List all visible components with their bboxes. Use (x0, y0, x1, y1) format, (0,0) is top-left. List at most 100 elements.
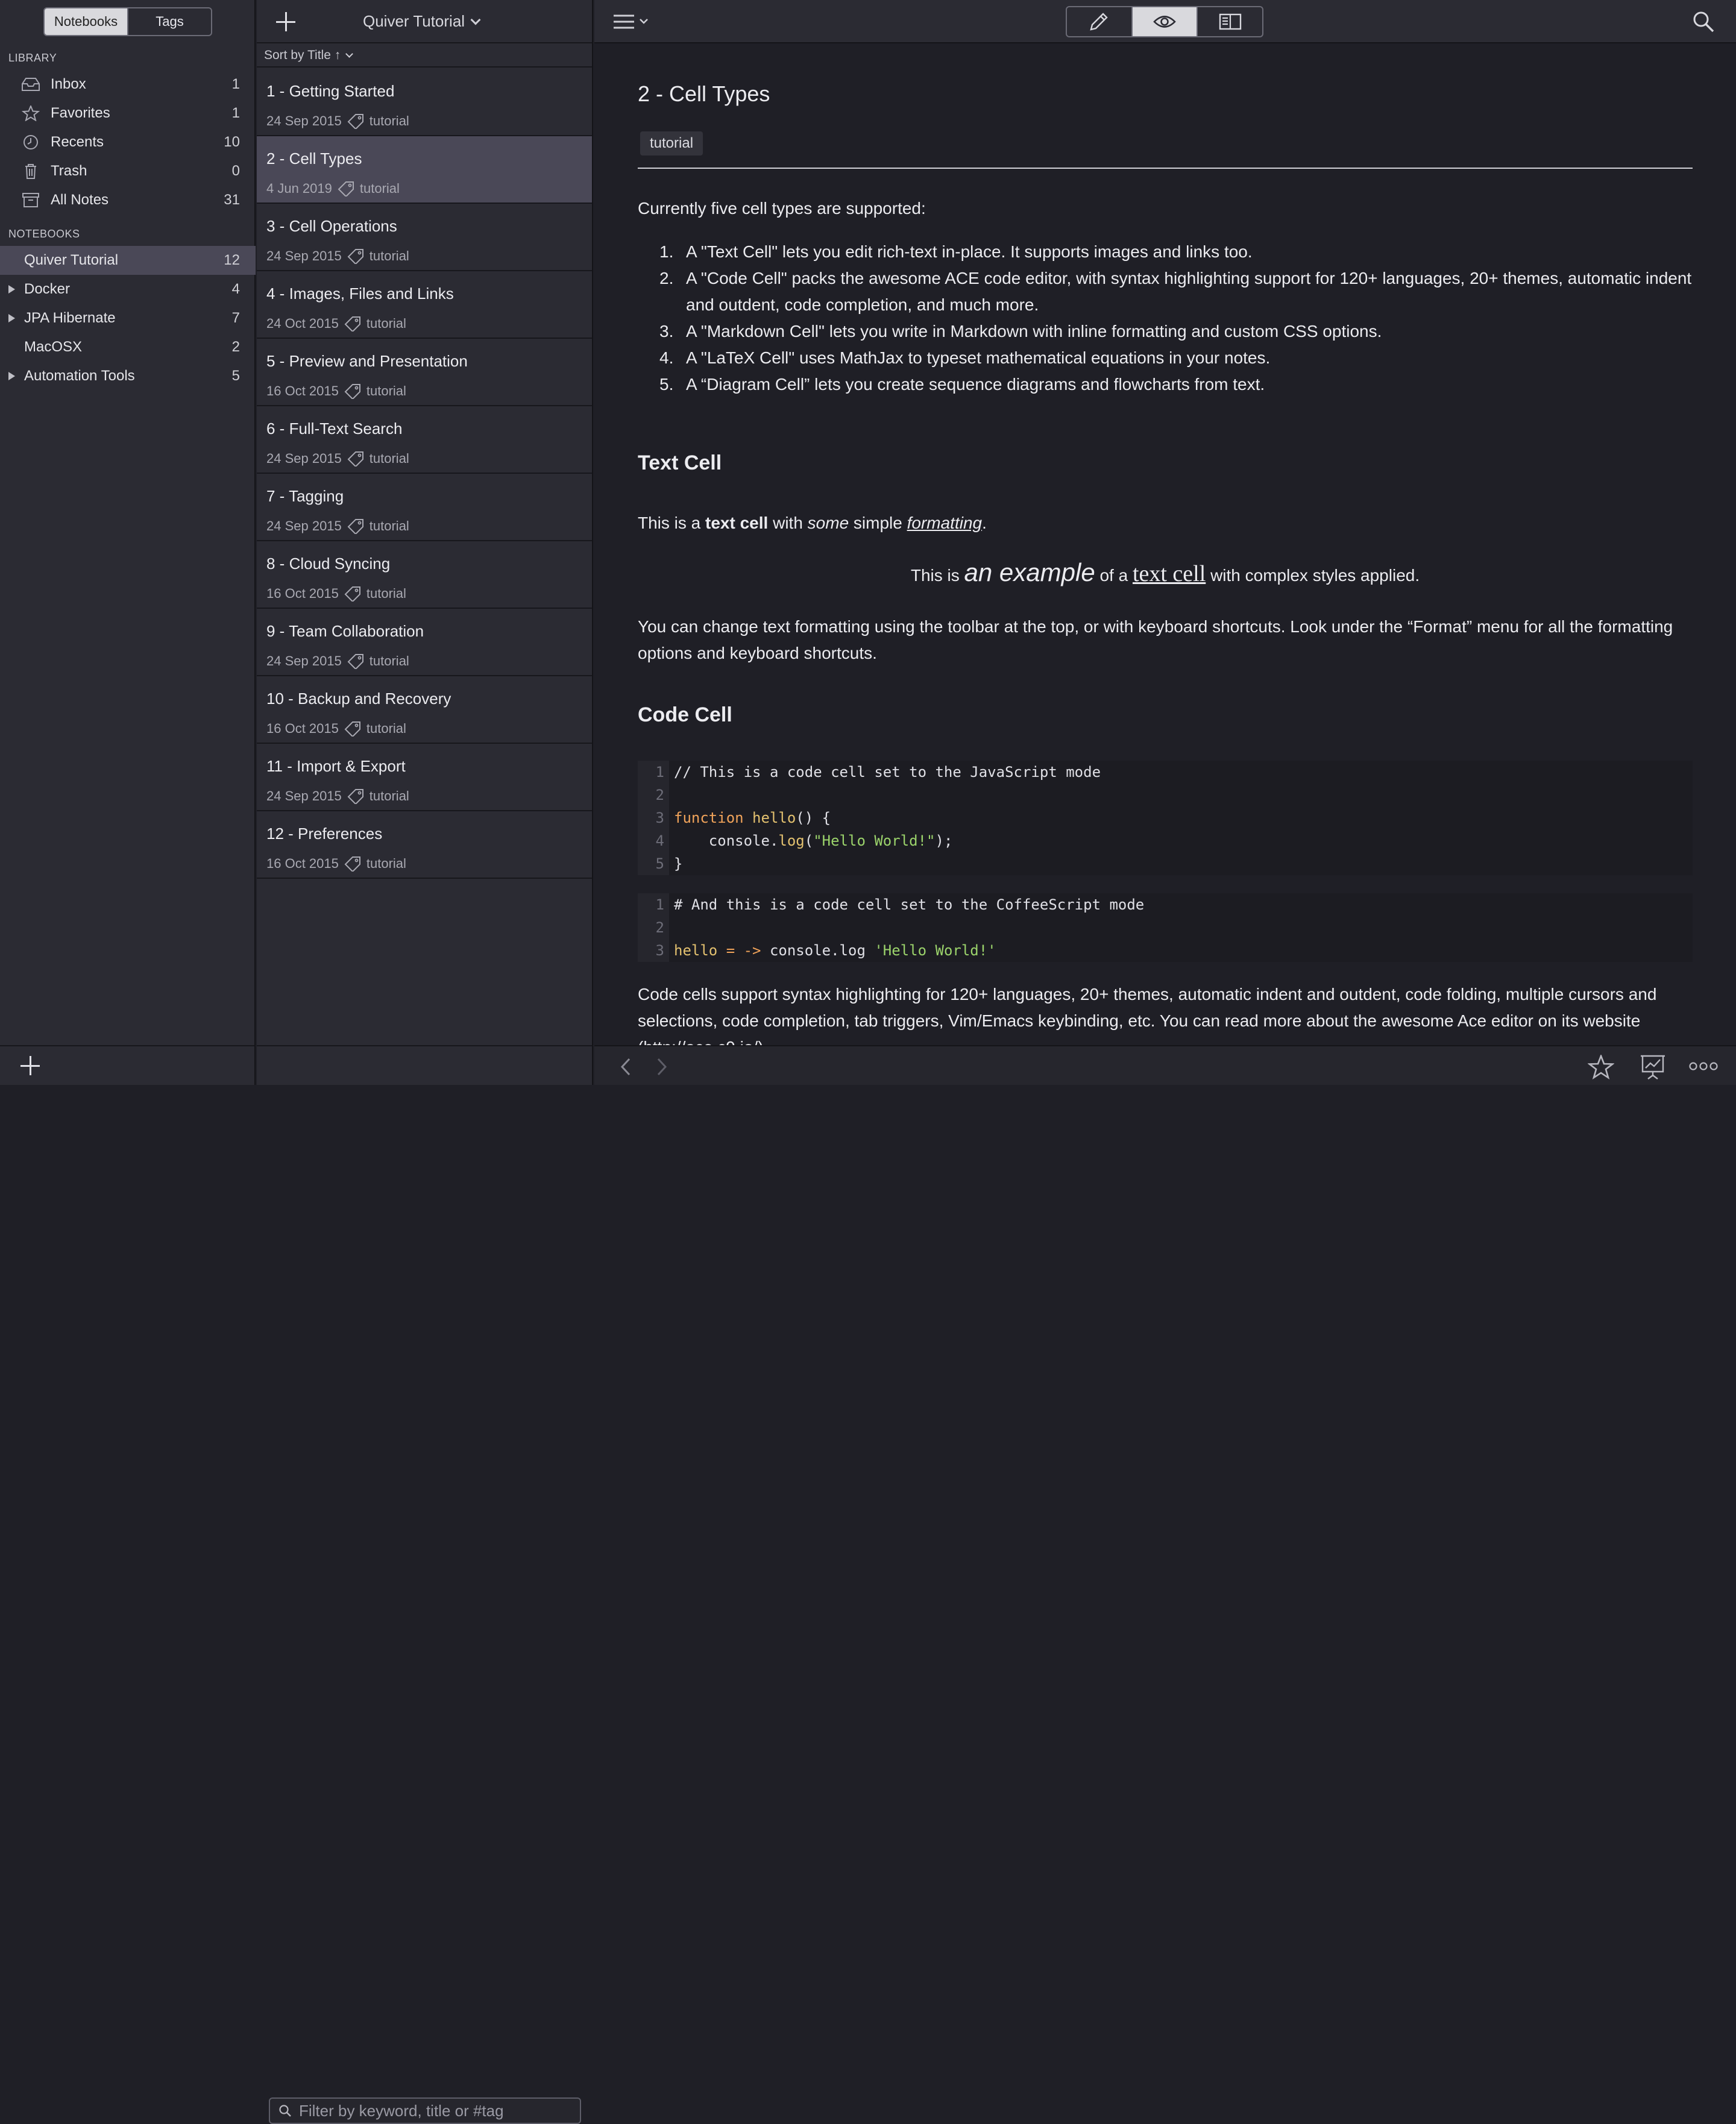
tab-notebooks[interactable]: Notebooks (45, 8, 127, 35)
note-list-item[interactable]: 2 - Cell Types 4 Jun 2019 tutorial (257, 136, 592, 204)
note-list-item[interactable]: 3 - Cell Operations 24 Sep 2015 tutorial (257, 204, 592, 271)
list-item-text: A "Text Cell" lets you edit rich-text in… (686, 242, 1253, 261)
styled-example-line: This is an example of a text cell with c… (638, 559, 1693, 589)
cell-menu-icon[interactable] (612, 13, 650, 31)
disclosure-triangle-icon[interactable] (8, 285, 15, 294)
note-date: 24 Oct 2015 (266, 316, 339, 331)
note-tag: tutorial (369, 248, 409, 263)
text-run: with complex styles applied. (1206, 566, 1420, 585)
notebook-item-macosx[interactable]: MacOSX 2 (0, 333, 256, 362)
sidebar-item-count: 31 (224, 192, 240, 208)
sort-control[interactable]: Sort by Title ↑ (257, 45, 592, 68)
edit-mode-button[interactable] (1067, 7, 1131, 36)
chevron-down-icon (470, 14, 481, 25)
filter-input[interactable]: Filter by keyword, title or #tag (269, 2097, 581, 2124)
sidebar-item-count: 10 (224, 134, 240, 150)
notebook-count: 5 (231, 368, 240, 384)
code-comment: // This is a code cell set to the JavaSc… (674, 764, 1101, 781)
disclosure-triangle-icon[interactable] (8, 314, 15, 322)
code-function-name: hello (674, 942, 718, 959)
line-number: 2 (638, 916, 669, 939)
back-arrow-icon[interactable] (618, 1057, 633, 1076)
new-note-button[interactable] (275, 11, 297, 33)
sidebar-item-trash[interactable]: Trash 0 (0, 157, 256, 186)
note-tag: tutorial (366, 383, 406, 398)
forward-arrow-icon[interactable] (655, 1057, 669, 1076)
sidebar: Notebooks Tags LIBRARY Inbox 1 Favorites… (0, 0, 256, 1085)
list-number: 4. (659, 348, 674, 367)
note-list-item[interactable]: 9 - Team Collaboration 24 Sep 2015 tutoria… (257, 609, 592, 676)
note-list-item[interactable]: 5 - Preview and Presentation 16 Oct 2015 t… (257, 339, 592, 406)
note-list-item[interactable]: 1 - Getting Started 24 Sep 2015 tutorial (257, 69, 592, 136)
notebook-item-jpa-hibernate[interactable]: JPA Hibernate 7 (0, 304, 256, 333)
note-date: 24 Sep 2015 (266, 653, 342, 668)
split-mode-button[interactable] (1197, 7, 1262, 36)
text-run: with (768, 514, 808, 532)
note-list-item[interactable]: 11 - Import & Export 24 Sep 2015 tutorial (257, 744, 592, 811)
tab-tags[interactable]: Tags (127, 8, 211, 35)
text-run: This is (910, 566, 964, 585)
note-tag-chip[interactable]: tutorial (640, 131, 703, 156)
note-meta: 24 Sep 2015 tutorial (266, 451, 409, 467)
sidebar-item-favorites[interactable]: Favorites 1 (0, 99, 256, 128)
note-tag: tutorial (369, 451, 409, 466)
code-line: 2 (638, 784, 1693, 806)
note-list-item[interactable]: 6 - Full-Text Search 24 Sep 2015 tutorial (257, 406, 592, 474)
sidebar-item-inbox[interactable]: Inbox 1 (0, 70, 256, 99)
code-line: 4 console.log("Hello World!"); (638, 829, 1693, 852)
note-meta: 16 Oct 2015 tutorial (266, 383, 406, 399)
code-comment: # And this is a code cell set to the Cof… (674, 896, 1145, 913)
sidebar-item-all-notes[interactable]: All Notes 31 (0, 186, 256, 215)
note-list-header: Quiver Tutorial (257, 0, 592, 43)
note-title[interactable]: 2 - Cell Types (638, 81, 770, 107)
note-list-item[interactable]: 4 - Images, Files and Links 24 Oct 2015 tu… (257, 271, 592, 339)
list-number: 5. (659, 375, 674, 394)
notebook-count: 4 (231, 281, 240, 297)
notebook-count: 7 (231, 310, 240, 326)
text-run: This is a (638, 514, 706, 532)
note-list-item[interactable]: 7 - Tagging 24 Sep 2015 tutorial (257, 474, 592, 541)
list-item: 4. A "LaTeX Cell" uses MathJax to typeset… (659, 345, 1693, 371)
note-title: 9 - Team Collaboration (266, 622, 424, 640)
note-meta: 16 Oct 2015 tutorial (266, 721, 406, 737)
sidebar-item-label: Favorites (51, 105, 110, 121)
line-number: 5 (638, 852, 669, 875)
presentation-icon[interactable] (1640, 1054, 1666, 1080)
title-divider (638, 168, 1693, 169)
code-cell-javascript[interactable]: 1 // This is a code cell set to the JavaS… (638, 761, 1693, 875)
tag-icon (347, 519, 363, 534)
note-date: 24 Sep 2015 (266, 451, 342, 466)
note-content: 2 - Cell Types tutorial Currently five c… (638, 43, 1693, 1045)
more-options-icon[interactable] (1689, 1061, 1718, 1072)
list-item-text: A “Diagram Cell” lets you create sequenc… (686, 375, 1265, 394)
note-meta: 24 Oct 2015 tutorial (266, 316, 406, 331)
note-list-footer: Filter by keyword, title or #tag (257, 1045, 592, 2124)
disclosure-triangle-icon[interactable] (8, 372, 15, 380)
tag-icon (344, 316, 360, 331)
code-empty (669, 916, 674, 939)
star-icon (21, 105, 40, 121)
note-title: 2 - Cell Types (266, 149, 362, 168)
code-cell-heading: Code Cell (638, 703, 732, 726)
notebook-item-quiver-tutorial[interactable]: Quiver Tutorial 12 (0, 246, 256, 275)
note-title: 1 - Getting Started (266, 82, 395, 100)
note-list-item[interactable]: 12 - Preferences 16 Oct 2015 tutorial (257, 811, 592, 879)
notebook-title: Quiver Tutorial (363, 12, 465, 30)
notebook-item-docker[interactable]: Docker 4 (0, 275, 256, 304)
editor-toolbar (594, 0, 1736, 43)
add-notebook-button[interactable] (19, 1055, 41, 1076)
note-tag: tutorial (366, 856, 406, 871)
notebook-item-automation-tools[interactable]: Automation Tools 5 (0, 362, 256, 391)
preview-mode-button[interactable] (1131, 7, 1197, 36)
sidebar-item-count: 1 (231, 105, 240, 121)
sidebar-item-recents[interactable]: Recents 10 (0, 128, 256, 157)
notebook-title-dropdown[interactable]: Quiver Tutorial (363, 12, 481, 31)
note-tag: tutorial (369, 788, 409, 803)
search-icon[interactable] (1691, 10, 1716, 34)
note-list-item[interactable]: 10 - Backup and Recovery 16 Oct 2015 tutor… (257, 676, 592, 744)
text-run: . (982, 514, 987, 532)
clock-icon (24, 135, 38, 149)
favorite-star-icon[interactable] (1588, 1055, 1614, 1080)
code-cell-coffeescript[interactable]: 1 # And this is a code cell set to the Co… (638, 893, 1693, 962)
note-list-item[interactable]: 8 - Cloud Syncing 16 Oct 2015 tutorial (257, 541, 592, 609)
